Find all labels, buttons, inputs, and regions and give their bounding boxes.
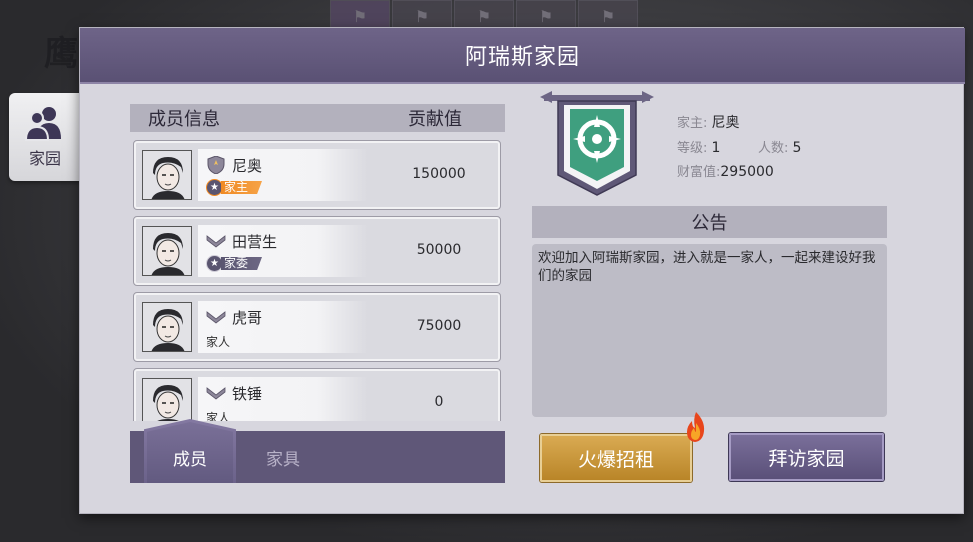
member-row[interactable]: 铁锤 家人 0 bbox=[133, 368, 501, 421]
visit-button-label: 拜访家园 bbox=[768, 447, 845, 470]
wealth-label: 财富值: bbox=[677, 165, 721, 180]
member-name: 田营生 bbox=[232, 233, 278, 251]
notice-text: 欢迎加入阿瑞斯家园，进入就是一家人，一起来建设好我们的家园 bbox=[532, 244, 887, 417]
wealth-info: 财富值:295000 bbox=[677, 161, 774, 180]
member-info-header: 成员信息 bbox=[148, 109, 220, 130]
side-tab-home[interactable]: 家园 bbox=[9, 93, 81, 181]
notice-header: 公告 bbox=[532, 206, 887, 238]
rank-chevron-icon bbox=[206, 311, 226, 324]
people-info: 人数: 5 bbox=[758, 137, 801, 156]
member-row[interactable]: 尼奥 ★ 家主 150000 bbox=[133, 140, 501, 210]
tab-furniture[interactable]: 家具 bbox=[248, 431, 318, 483]
member-contribution: 50000 bbox=[416, 242, 462, 258]
member-list-header: 成员信息 贡献值 bbox=[130, 104, 505, 132]
level-label: 等级: bbox=[677, 141, 708, 156]
star-icon: ★ bbox=[206, 179, 223, 196]
contribution-header: 贡献值 bbox=[408, 109, 462, 130]
member-list[interactable]: 尼奥 ★ 家主 150000 田营生 ★ 家委 50000 虎哥 家人 7500… bbox=[130, 138, 505, 421]
tab-members[interactable]: 成员 bbox=[144, 419, 236, 483]
member-name: 铁锤 bbox=[232, 385, 263, 403]
member-row[interactable]: 田营生 ★ 家委 50000 bbox=[133, 216, 501, 286]
side-tab-label: 家园 bbox=[28, 149, 61, 168]
recruit-button-label: 火爆招租 bbox=[577, 448, 654, 471]
member-row[interactable]: 虎哥 家人 75000 bbox=[133, 292, 501, 362]
people-value: 5 bbox=[792, 140, 802, 156]
member-contribution: 75000 bbox=[416, 318, 462, 334]
level-value: 1 bbox=[711, 140, 721, 156]
member-name: 虎哥 bbox=[232, 309, 263, 327]
wealth-value: 295000 bbox=[720, 164, 774, 180]
rank-chevron-icon bbox=[206, 387, 226, 400]
panel-title: 阿瑞斯家园 bbox=[464, 45, 580, 70]
notice-title: 公告 bbox=[691, 213, 728, 234]
background-title-fragment: 鹰 bbox=[44, 34, 78, 74]
people-label: 人数: bbox=[758, 141, 789, 156]
rank-chevron-icon bbox=[206, 235, 226, 248]
role-badge-committee: ★ 家委 bbox=[206, 255, 278, 272]
member-role: 家人 bbox=[206, 335, 231, 349]
member-contribution: 0 bbox=[434, 394, 444, 410]
member-role: 家人 bbox=[206, 411, 231, 421]
bottom-tab-bar: 成员 家具 bbox=[130, 419, 505, 483]
panel-header: 阿瑞斯家园 bbox=[80, 28, 965, 84]
avatar bbox=[142, 226, 192, 276]
tab-members-label: 成员 bbox=[173, 450, 207, 470]
avatar bbox=[142, 302, 192, 352]
rank-shield-icon bbox=[207, 156, 225, 174]
visit-home-button[interactable]: 拜访家园 bbox=[729, 433, 884, 481]
role-badge-owner: ★ 家主 bbox=[206, 179, 278, 196]
people-icon bbox=[25, 107, 61, 141]
crosshair-banner-icon bbox=[540, 91, 654, 196]
avatar bbox=[142, 378, 192, 421]
star-icon: ★ bbox=[206, 255, 223, 272]
member-name: 尼奥 bbox=[232, 157, 263, 175]
home-panel: 阿瑞斯家园 成员信息 贡献值 尼奥 ★ 家主 150000 田营生 ★ 家委 5… bbox=[79, 27, 965, 514]
owner-value: 尼奥 bbox=[711, 115, 740, 131]
avatar bbox=[142, 150, 192, 200]
flame-icon bbox=[687, 412, 705, 442]
level-info: 等级: 1 bbox=[677, 137, 720, 156]
owner-label: 家主: bbox=[677, 116, 708, 131]
member-contribution: 150000 bbox=[412, 166, 466, 182]
owner-info: 家主: 尼奥 bbox=[677, 112, 740, 132]
tab-furniture-label: 家具 bbox=[266, 449, 300, 470]
recruit-button[interactable]: 火爆招租 bbox=[540, 434, 692, 482]
